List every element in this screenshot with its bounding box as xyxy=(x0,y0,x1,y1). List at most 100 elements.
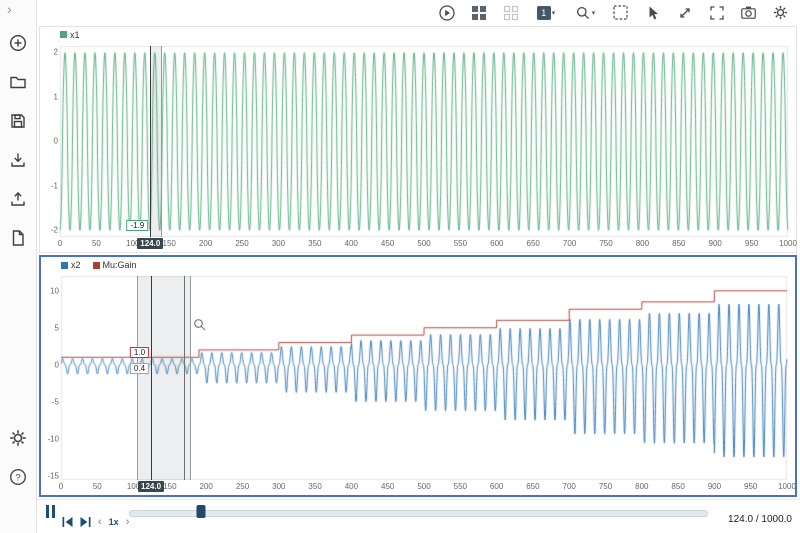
x-tick-label: 350 xyxy=(308,482,322,492)
x-tick-label: 0 xyxy=(58,482,64,492)
toolbar-settings-button[interactable] xyxy=(771,3,790,22)
grid-outline-icon xyxy=(503,5,518,20)
zoom-options-button[interactable]: ▾ xyxy=(572,3,598,22)
x-tick-label: 900 xyxy=(707,482,722,492)
legend-label: Mu:Gain xyxy=(102,260,137,271)
x-tick-label: 700 xyxy=(562,482,576,492)
step-forward-button[interactable] xyxy=(80,517,91,528)
chevron-down-icon: ▾ xyxy=(591,9,596,17)
x-tick-label: 1000 xyxy=(778,482,796,492)
expand-diagonal-button[interactable] xyxy=(675,3,694,22)
x-tick-label: 500 xyxy=(417,238,431,248)
cursor-time-label: 124.0 xyxy=(138,481,165,493)
y-tick-label: -10 xyxy=(47,434,59,444)
x-tick-label: 350 xyxy=(308,238,322,248)
x-tick-label: 450 xyxy=(381,482,395,492)
gear-icon xyxy=(773,6,788,20)
data-cursor-line[interactable] xyxy=(150,45,152,237)
x-tick-label: 500 xyxy=(417,482,431,492)
save-button[interactable] xyxy=(6,109,30,133)
magnifier-icon xyxy=(576,6,589,19)
legend-swatch-icon xyxy=(61,261,68,269)
y-tick-label: 10 xyxy=(50,286,59,296)
cursor-value-badge: 1.0 xyxy=(129,346,150,358)
run-button[interactable] xyxy=(437,3,456,22)
open-button[interactable] xyxy=(6,70,30,94)
pause-bar-icon xyxy=(46,505,49,519)
x-tick-label: 0 xyxy=(57,238,63,248)
legend-label: x1 xyxy=(70,29,80,40)
step-back-button[interactable] xyxy=(62,517,73,528)
plus-circle-icon xyxy=(9,34,27,52)
zoom-selection-band[interactable] xyxy=(150,45,163,237)
x-tick-label: 750 xyxy=(599,238,613,248)
grid-layout-alt-button[interactable] xyxy=(501,3,520,22)
y-tick-label: -1 xyxy=(50,181,58,191)
folder-icon xyxy=(10,76,26,89)
x-tick-label: 850 xyxy=(671,482,685,492)
x-tick-label: 150 xyxy=(162,238,176,248)
data-cursor-line[interactable] xyxy=(151,276,153,481)
secondary-cursor-line[interactable] xyxy=(184,276,186,481)
export-button[interactable] xyxy=(6,187,30,211)
y-tick-label: 0 xyxy=(54,360,59,370)
floppy-save-icon xyxy=(11,114,25,128)
x-tick-label: 650 xyxy=(526,238,540,248)
grid-filled-icon xyxy=(471,5,486,20)
pause-bar-icon xyxy=(52,505,55,519)
step-controls: ‹ 1x › xyxy=(62,517,129,528)
legend: x2 Mu:Gain xyxy=(61,260,137,270)
display-number: 1 xyxy=(536,5,551,20)
help-button[interactable]: ? xyxy=(6,465,30,489)
collapse-panel-chevron-icon[interactable]: › xyxy=(7,2,12,16)
zoom-region-magnifier-icon xyxy=(194,319,206,331)
svg-text:?: ? xyxy=(15,472,20,483)
step-back-icon xyxy=(62,517,73,528)
speed-label[interactable]: 1x xyxy=(109,517,119,527)
y-tick-label: 0 xyxy=(53,136,58,146)
camera-icon xyxy=(741,6,756,20)
legend-item[interactable]: x2 xyxy=(61,260,81,270)
new-report-button[interactable] xyxy=(6,226,30,250)
settings-button[interactable] xyxy=(6,426,30,450)
speed-decrease-chevron[interactable]: ‹ xyxy=(98,517,102,528)
x-tick-label: 400 xyxy=(344,238,358,248)
legend-item[interactable]: Mu:Gain xyxy=(92,260,137,271)
chart-panel-x1[interactable]: x1 0 50 100 150 200 250 300 350 400 450 500 550 600 6… xyxy=(39,25,797,254)
x-tick-label: 200 xyxy=(199,482,213,492)
import-button[interactable] xyxy=(6,148,30,172)
legend-label: x2 xyxy=(71,260,81,271)
cursor-value-badge: -1.9 xyxy=(126,219,149,231)
fullscreen-button[interactable] xyxy=(707,3,726,22)
x-tick-label: 850 xyxy=(672,238,686,248)
x-tick-label: 900 xyxy=(708,238,722,248)
pointer-tool-button[interactable] xyxy=(643,3,662,22)
y-tick-label: 5 xyxy=(54,323,59,333)
slider-track[interactable] xyxy=(129,510,708,518)
x-tick-label: 800 xyxy=(635,482,649,492)
display-select-button[interactable]: 1 ▾ xyxy=(533,3,559,22)
y-tick-label: -5 xyxy=(51,397,59,407)
zoom-selection-band[interactable] xyxy=(137,276,191,481)
slider-handle[interactable] xyxy=(196,505,206,519)
play-circle-icon xyxy=(438,5,455,21)
gear-icon xyxy=(10,430,26,446)
snapshot-button[interactable] xyxy=(739,3,758,22)
time-slider[interactable] xyxy=(129,505,708,520)
legend-item[interactable]: x1 xyxy=(60,30,80,40)
fit-to-view-button[interactable] xyxy=(611,3,630,22)
top-toolbar: 1 ▾ ▾ xyxy=(37,0,800,26)
y-tick-label: 2 xyxy=(53,47,58,57)
x-tick-label: 950 xyxy=(744,482,758,492)
x-tick-label: 150 xyxy=(163,482,177,492)
document-icon xyxy=(12,230,24,246)
grid-layout-button[interactable] xyxy=(469,3,488,22)
pause-button[interactable] xyxy=(46,505,55,519)
y-tick-label: -15 xyxy=(47,471,59,481)
x-tick-label: 450 xyxy=(380,238,395,248)
x-tick-label: 300 xyxy=(271,238,286,248)
download-icon xyxy=(11,153,25,167)
x-tick-label: 550 xyxy=(453,238,468,248)
chart-panel-x2-mu[interactable]: x2 Mu:Gain 0 50 100 150 200 250 300 350 400 450 500… xyxy=(39,255,797,498)
add-button[interactable] xyxy=(6,31,30,55)
